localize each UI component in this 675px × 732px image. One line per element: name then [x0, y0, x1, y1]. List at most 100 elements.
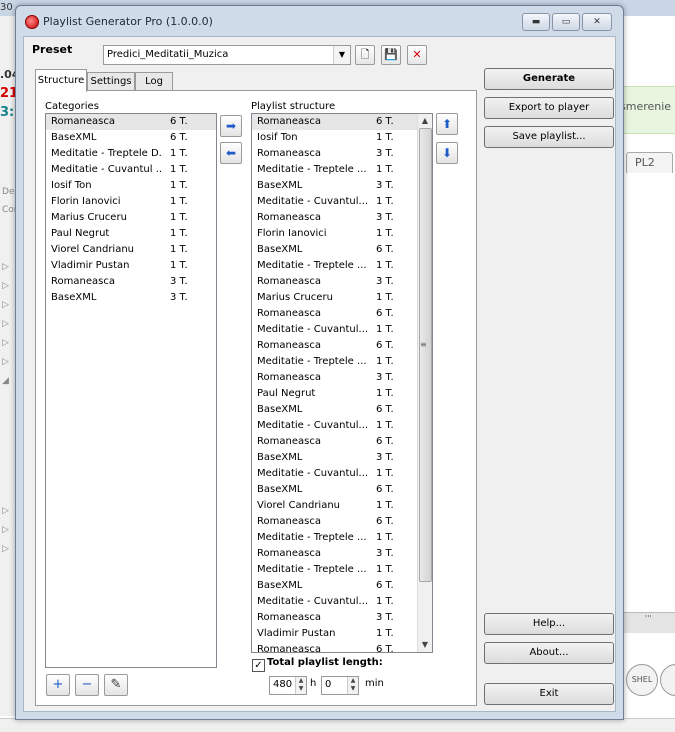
tree-expand-icon[interactable]: ▷ — [2, 300, 9, 310]
list-item[interactable]: BaseXML 6 T. — [252, 402, 417, 418]
scroll-thumb[interactable] — [419, 128, 432, 582]
tree-expand-icon[interactable]: ▷ — [2, 338, 9, 348]
list-item[interactable]: Romaneasca 3 T. — [252, 274, 417, 290]
list-item-name: Romaneasca — [51, 116, 115, 127]
list-item[interactable]: Romaneasca 3 T. — [252, 210, 417, 226]
list-item[interactable]: BaseXML 6 T. — [252, 578, 417, 594]
list-item[interactable]: BaseXML 6 T. — [252, 482, 417, 498]
list-item[interactable]: Iosif Ton 1 T. — [252, 130, 417, 146]
categories-list[interactable]: Romaneasca 6 T. BaseXML 6 T. Meditatie - Tre… — [45, 113, 217, 668]
list-item[interactable]: Vladimir Pustan 1 T. — [252, 626, 417, 642]
scroll-up-icon[interactable]: ▲ — [418, 114, 432, 128]
list-item[interactable]: Marius Cruceru 1 T. — [46, 210, 216, 226]
shell-round-button[interactable]: SHEL — [626, 664, 658, 696]
list-item[interactable]: Meditatie - Cuvantul ... 1 T. — [46, 162, 216, 178]
grip-icon[interactable]: ''' — [645, 614, 652, 623]
playlist-structure-list[interactable]: Romaneasca 6 T. Iosif Ton 1 T. Romaneasca 3 T… — [251, 113, 433, 653]
list-item[interactable]: Meditatie - Cuvantul... 1 T. — [252, 194, 417, 210]
list-item-name: BaseXML — [257, 244, 303, 255]
exit-button[interactable]: Exit — [484, 683, 614, 705]
list-item[interactable]: Romaneasca 3 T. — [252, 610, 417, 626]
list-item[interactable]: Romaneasca 6 T. — [46, 114, 216, 130]
list-item[interactable]: Meditatie - Treptele ... 1 T. — [252, 562, 417, 578]
list-item[interactable]: BaseXML 6 T. — [46, 130, 216, 146]
list-item[interactable]: Iosif Ton 1 T. — [46, 178, 216, 194]
minutes-spinner-icon[interactable]: ▲ ▼ — [347, 677, 358, 694]
list-item[interactable]: Romaneasca 6 T. — [252, 114, 417, 130]
list-item[interactable]: Romaneasca 6 T. — [252, 642, 417, 652]
tree-expand-icon[interactable]: ▷ — [2, 357, 9, 367]
tree-expand-icon[interactable]: ▷ — [2, 525, 9, 535]
list-item-name: Iosif Ton — [51, 180, 92, 191]
list-item[interactable]: BaseXML 3 T. — [252, 178, 417, 194]
list-item[interactable]: Florin Ianovici 1 T. — [252, 226, 417, 242]
list-item[interactable]: Romaneasca 3 T. — [252, 546, 417, 562]
chevron-down-icon[interactable]: ▼ — [333, 46, 350, 64]
list-item[interactable]: Romaneasca 3 T. — [252, 370, 417, 386]
list-item[interactable]: Meditatie - Treptele ... 1 T. — [252, 258, 417, 274]
list-item[interactable]: Meditatie - Treptele D... 1 T. — [46, 146, 216, 162]
list-item[interactable]: BaseXML 3 T. — [252, 450, 417, 466]
structure-scrollbar[interactable]: ▲ ≡ ▼ — [417, 114, 432, 652]
close-button[interactable]: ✕ — [582, 13, 612, 31]
tree-expand-icon[interactable]: ▷ — [2, 544, 9, 554]
list-item[interactable]: Meditatie - Cuvantul... 1 T. — [252, 466, 417, 482]
tab-structure[interactable]: Structure — [35, 69, 87, 92]
remove-category-button[interactable]: − — [75, 674, 99, 696]
scroll-down-icon[interactable]: ▼ — [418, 638, 432, 652]
list-item[interactable]: Viorel Candrianu 1 T. — [46, 242, 216, 258]
tree-expand-icon[interactable]: ▷ — [2, 262, 9, 272]
list-item-count: 6 T. — [376, 436, 394, 447]
help-button[interactable]: Help... — [484, 613, 614, 635]
list-item[interactable]: Paul Negrut 1 T. — [252, 386, 417, 402]
delete-preset-button[interactable]: ✕ — [407, 45, 427, 65]
about-button[interactable]: About... — [484, 642, 614, 664]
list-item[interactable]: Meditatie - Cuvantul... 1 T. — [252, 322, 417, 338]
generate-button[interactable]: Generate — [484, 68, 614, 90]
background-tab-pl2[interactable]: PL2 — [626, 152, 673, 173]
list-item[interactable]: Romaneasca 3 T. — [252, 146, 417, 162]
list-item[interactable]: Romaneasca 3 T. — [46, 274, 216, 290]
remove-from-structure-button[interactable]: ⬅ — [220, 142, 242, 164]
hours-input[interactable]: 480 ▲ ▼ — [269, 676, 307, 695]
save-preset-button[interactable]: 💾 — [381, 45, 401, 65]
list-item[interactable]: Romaneasca 6 T. — [252, 338, 417, 354]
edit-category-button[interactable]: ✎ — [104, 674, 128, 696]
add-category-button[interactable]: + — [46, 674, 70, 696]
list-item[interactable]: Marius Cruceru 1 T. — [252, 290, 417, 306]
list-item[interactable]: Meditatie - Treptele ... 1 T. — [252, 530, 417, 546]
total-length-checkbox[interactable]: ✓ — [252, 659, 265, 672]
tab-log[interactable]: Log — [135, 72, 173, 92]
preset-select[interactable]: Predici_Meditatii_Muzica ▼ — [103, 45, 351, 65]
move-down-button[interactable]: ⬇ — [436, 142, 458, 164]
list-item-count: 3 T. — [376, 372, 394, 383]
add-to-structure-button[interactable]: ➡ — [220, 115, 242, 137]
tree-expand-icon[interactable]: ▷ — [2, 319, 9, 329]
export-to-player-button[interactable]: Export to player — [484, 97, 614, 119]
new-preset-button[interactable]: 🗋 — [355, 45, 375, 65]
maximize-button[interactable]: ▭ — [552, 13, 580, 31]
minutes-input[interactable]: 0 ▲ ▼ — [321, 676, 359, 695]
list-item[interactable]: BaseXML 3 T. — [46, 290, 216, 306]
minimize-button[interactable]: ▬ — [522, 13, 550, 31]
list-item[interactable]: Meditatie - Treptele ... 1 T. — [252, 162, 417, 178]
save-playlist-button[interactable]: Save playlist... — [484, 126, 614, 148]
tree-expand-icon[interactable]: ▷ — [2, 281, 9, 291]
hours-spinner-icon[interactable]: ▲ ▼ — [295, 677, 306, 694]
list-item[interactable]: BaseXML 6 T. — [252, 242, 417, 258]
list-item[interactable]: Vladimir Pustan 1 T. — [46, 258, 216, 274]
move-up-button[interactable]: ⬆ — [436, 113, 458, 135]
list-item[interactable]: Romaneasca 6 T. — [252, 514, 417, 530]
tree-expand-icon[interactable]: ▷ — [2, 506, 9, 516]
list-item[interactable]: Meditatie - Cuvantul... 1 T. — [252, 418, 417, 434]
title-bar[interactable]: Playlist Generator Pro (1.0.0.0) ▬ ▭ ✕ — [16, 6, 623, 36]
tree-collapse-icon[interactable]: ◢ — [2, 376, 9, 386]
list-item[interactable]: Romaneasca 6 T. — [252, 434, 417, 450]
list-item[interactable]: Meditatie - Treptele ... 1 T. — [252, 354, 417, 370]
list-item[interactable]: Viorel Candrianu 1 T. — [252, 498, 417, 514]
tab-settings[interactable]: Settings — [87, 72, 135, 92]
list-item[interactable]: Florin Ianovici 1 T. — [46, 194, 216, 210]
list-item[interactable]: Meditatie - Cuvantul... 1 T. — [252, 594, 417, 610]
list-item[interactable]: Paul Negrut 1 T. — [46, 226, 216, 242]
list-item[interactable]: Romaneasca 6 T. — [252, 306, 417, 322]
